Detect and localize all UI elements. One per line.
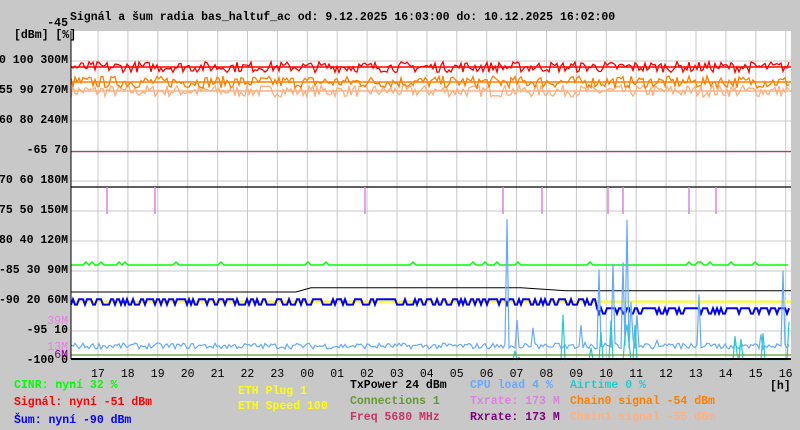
legend-cinr: CINR: nyní 32 % (14, 379, 118, 392)
x-tick-label: 23 (270, 368, 285, 381)
legend-chain1: Chain1 signal -55 dBm (570, 411, 715, 424)
legend-rxrate: Rxrate: 173 M (470, 411, 560, 424)
x-tick-label: 13 (689, 368, 703, 381)
y-tick-label: -85 30 90M (0, 264, 68, 277)
y-tick-label: -90 20 60M (0, 294, 68, 307)
x-tick-label: 18 (120, 368, 135, 381)
legend-eth-plug: ETH Plug 1 (238, 385, 308, 398)
y-tick-label: -70 60 180M (0, 174, 68, 187)
x-tick-label: 12 (659, 368, 673, 381)
x-tick-label: 19 (150, 368, 165, 381)
x-tick-label: 21 (210, 368, 225, 381)
y-tick-label: -75 50 150M (0, 204, 68, 217)
legend-txpower: TxPower 24 dBm (350, 379, 447, 392)
legend-connections: Connections 1 (350, 395, 440, 408)
y-tick-label: -60 80 240M (0, 114, 68, 127)
y-tick-label: -50 100 300M (0, 54, 68, 67)
y-unit-label: [dBm] [%] (14, 29, 77, 42)
chart-plot (70, 31, 791, 361)
legend-signal: Signál: nyní -51 dBm (14, 396, 153, 409)
x-tick-label: 00 (300, 368, 315, 381)
legend-noise: Šum: nyní -90 dBm (14, 414, 132, 427)
y-tick-label-rate: 6M (54, 349, 68, 362)
y-tick-label: -80 40 120M (0, 234, 68, 247)
legend-cpu: CPU load 4 % (470, 379, 553, 392)
y-tick-label-rate: 39M (47, 315, 68, 328)
x-tick-label: 05 (449, 368, 464, 381)
x-tick-label: 20 (180, 368, 195, 381)
legend-airtime: Airtime 0 % (570, 379, 646, 392)
x-tick-label: 14 (718, 368, 733, 381)
y-tick-label: -65 70 (26, 144, 68, 157)
legend-freq: Freq 5680 MHz (350, 411, 440, 424)
legend-eth-speed: ETH Speed 100 (238, 400, 328, 413)
x-tick-label: 22 (240, 368, 255, 381)
x-tick-label: 15 (748, 368, 763, 381)
x-tick-label: 01 (330, 368, 344, 381)
legend-txrate: Txrate: 173 M (470, 395, 560, 408)
legend-chain0: Chain0 signal -54 dBm (570, 395, 715, 408)
x-unit-label: [h] (770, 380, 791, 393)
y-tick-label: -55 90 270M (0, 84, 68, 97)
